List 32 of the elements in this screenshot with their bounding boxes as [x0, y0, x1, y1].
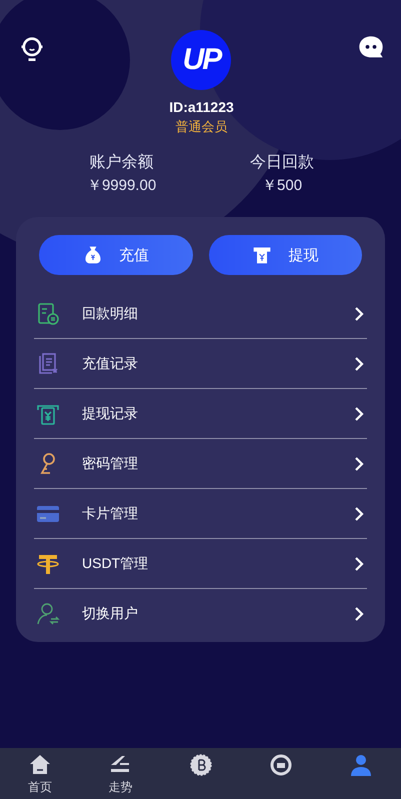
chevron-right-icon	[353, 406, 365, 420]
menu-item[interactable]: 提现记录	[34, 389, 367, 439]
menu-item[interactable]: 充值记录	[34, 339, 367, 389]
menu-item[interactable]: 回款明细	[34, 289, 367, 339]
tab-item[interactable]: 走势	[80, 748, 160, 799]
user-icon	[348, 753, 373, 777]
document-icon	[36, 352, 60, 376]
money-bag-icon	[82, 245, 103, 265]
menu-item[interactable]: USDT管理	[34, 539, 367, 589]
stat-value: ￥500	[262, 176, 302, 195]
chevron-right-icon	[353, 506, 365, 520]
chevron-right-icon	[353, 606, 365, 620]
menu-item[interactable]: 切换用户	[34, 589, 367, 638]
member-level: 普通会员	[175, 118, 228, 136]
user-id: ID:a11223	[169, 99, 234, 115]
chevron-right-icon	[353, 306, 365, 320]
chevron-right-icon	[353, 456, 365, 470]
stat-value: ￥9999.00	[86, 176, 156, 195]
receipt-icon	[36, 302, 60, 326]
home-icon	[28, 753, 52, 777]
atm-icon	[252, 245, 272, 265]
tab-item[interactable]: 首页	[0, 748, 80, 799]
withdraw-button[interactable]: 提现	[208, 235, 362, 275]
menu-item[interactable]: 卡片管理	[34, 489, 367, 539]
user-switch-icon	[36, 602, 60, 626]
stat-label: 今日回款	[250, 153, 314, 173]
chevron-right-icon	[353, 556, 365, 570]
coin-icon	[188, 753, 212, 777]
chevron-right-icon	[353, 356, 365, 370]
stat-label: 账户余额	[90, 152, 154, 173]
deposit-button[interactable]: 充值	[39, 235, 192, 275]
menu-item[interactable]: 密码管理	[34, 439, 367, 489]
